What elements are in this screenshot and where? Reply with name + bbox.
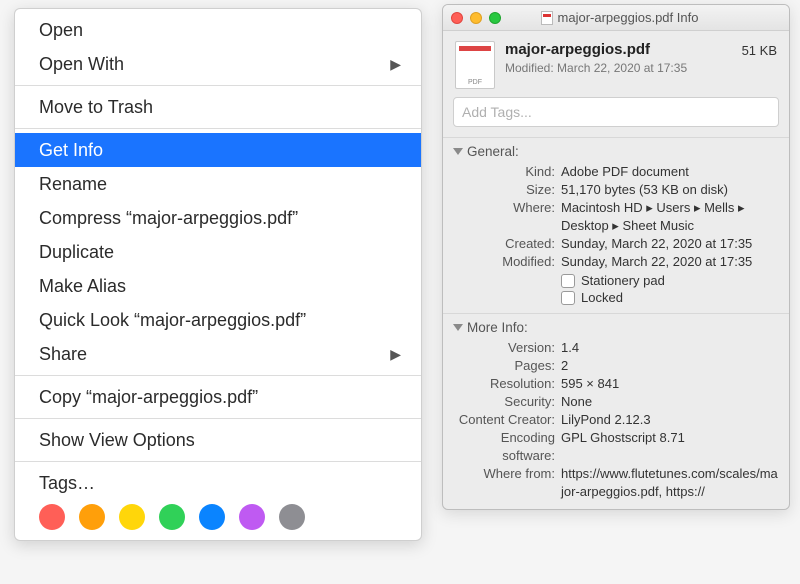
file-header: major-arpeggios.pdf Modified: March 22, … — [443, 31, 789, 97]
tag-yellow[interactable] — [119, 504, 145, 530]
k-resolution: Resolution: — [453, 375, 561, 393]
section-label: General: — [467, 144, 519, 159]
menu-label: Open With — [39, 52, 124, 76]
k-kind: Kind: — [453, 163, 561, 181]
file-modified: Modified: March 22, 2020 at 17:35 — [505, 61, 732, 75]
section-more-info: More Info: Version:1.4 Pages:2 Resolutio… — [443, 313, 789, 509]
k-pages: Pages: — [453, 357, 561, 375]
v-kind: Adobe PDF document — [561, 163, 779, 181]
separator — [15, 461, 421, 462]
locked-label: Locked — [581, 290, 623, 305]
tag-color-row — [15, 500, 421, 530]
menu-quick-look[interactable]: Quick Look “major-arpeggios.pdf” — [15, 303, 421, 337]
menu-label: Duplicate — [39, 240, 114, 264]
stationery-label: Stationery pad — [581, 273, 665, 288]
tag-red[interactable] — [39, 504, 65, 530]
file-pdf-icon — [455, 41, 495, 89]
menu-label: Copy “major-arpeggios.pdf” — [39, 385, 258, 409]
k-where: Where: — [453, 199, 561, 235]
v-created: Sunday, March 22, 2020 at 17:35 — [561, 235, 779, 253]
menu-label: Open — [39, 18, 83, 42]
v-modified: Sunday, March 22, 2020 at 17:35 — [561, 253, 779, 271]
pdf-icon — [541, 11, 553, 25]
v-encoding: GPL Ghostscript 8.71 — [561, 429, 779, 465]
k-size: Size: — [453, 181, 561, 199]
tag-green[interactable] — [159, 504, 185, 530]
v-version: 1.4 — [561, 339, 779, 357]
menu-compress[interactable]: Compress “major-arpeggios.pdf” — [15, 201, 421, 235]
k-creator: Content Creator: — [453, 411, 561, 429]
disclosure-triangle-icon — [453, 148, 463, 155]
tag-gray[interactable] — [279, 504, 305, 530]
locked-row[interactable]: Locked — [561, 290, 779, 305]
menu-show-view-options[interactable]: Show View Options — [15, 423, 421, 457]
disclosure-triangle-icon — [453, 324, 463, 331]
stationery-row[interactable]: Stationery pad — [561, 273, 779, 288]
k-modified: Modified: — [453, 253, 561, 271]
title-label: major-arpeggios.pdf Info — [558, 10, 699, 25]
k-security: Security: — [453, 393, 561, 411]
menu-open[interactable]: Open — [15, 13, 421, 47]
menu-label: Show View Options — [39, 428, 195, 452]
menu-tags[interactable]: Tags… — [15, 466, 421, 500]
separator — [15, 418, 421, 419]
section-header-general[interactable]: General: — [453, 144, 779, 159]
file-size: 51 KB — [742, 41, 777, 58]
menu-move-to-trash[interactable]: Move to Trash — [15, 90, 421, 124]
menu-share[interactable]: Share ▶ — [15, 337, 421, 371]
menu-label: Get Info — [39, 138, 103, 162]
title-bar[interactable]: major-arpeggios.pdf Info — [443, 5, 789, 31]
tag-blue[interactable] — [199, 504, 225, 530]
section-label: More Info: — [467, 320, 528, 335]
k-version: Version: — [453, 339, 561, 357]
v-security: None — [561, 393, 779, 411]
k-encoding: Encoding software: — [453, 429, 561, 465]
context-menu: Open Open With ▶ Move to Trash Get Info … — [14, 8, 422, 541]
section-header-more-info[interactable]: More Info: — [453, 320, 779, 335]
tag-purple[interactable] — [239, 504, 265, 530]
menu-label: Compress “major-arpeggios.pdf” — [39, 206, 298, 230]
menu-label: Move to Trash — [39, 95, 153, 119]
menu-label: Quick Look “major-arpeggios.pdf” — [39, 308, 306, 332]
chevron-right-icon: ▶ — [390, 52, 401, 76]
separator — [15, 85, 421, 86]
k-created: Created: — [453, 235, 561, 253]
window-title: major-arpeggios.pdf Info — [458, 10, 781, 25]
menu-make-alias[interactable]: Make Alias — [15, 269, 421, 303]
separator — [15, 128, 421, 129]
k-wherefrom: Where from: — [453, 465, 561, 501]
menu-label: Rename — [39, 172, 107, 196]
menu-duplicate[interactable]: Duplicate — [15, 235, 421, 269]
tags-input[interactable]: Add Tags... — [453, 97, 779, 127]
v-size: 51,170 bytes (53 KB on disk) — [561, 181, 779, 199]
v-where: Macintosh HD ▸ Users ▸ Mells ▸ Desktop ▸… — [561, 199, 779, 235]
menu-copy[interactable]: Copy “major-arpeggios.pdf” — [15, 380, 421, 414]
v-pages: 2 — [561, 357, 779, 375]
menu-label: Tags… — [39, 471, 95, 495]
menu-get-info[interactable]: Get Info — [15, 133, 421, 167]
v-wherefrom: https://www.flutetunes.com/scales/major-… — [561, 465, 779, 501]
menu-rename[interactable]: Rename — [15, 167, 421, 201]
v-creator: LilyPond 2.12.3 — [561, 411, 779, 429]
checkbox-icon[interactable] — [561, 274, 575, 288]
menu-label: Make Alias — [39, 274, 126, 298]
section-general: General: Kind:Adobe PDF document Size:51… — [443, 137, 789, 313]
file-name: major-arpeggios.pdf — [505, 41, 732, 58]
chevron-right-icon: ▶ — [390, 342, 401, 366]
get-info-window: major-arpeggios.pdf Info major-arpeggios… — [442, 4, 790, 510]
checkbox-icon[interactable] — [561, 291, 575, 305]
tag-orange[interactable] — [79, 504, 105, 530]
menu-open-with[interactable]: Open With ▶ — [15, 47, 421, 81]
v-resolution: 595 × 841 — [561, 375, 779, 393]
menu-label: Share — [39, 342, 87, 366]
separator — [15, 375, 421, 376]
